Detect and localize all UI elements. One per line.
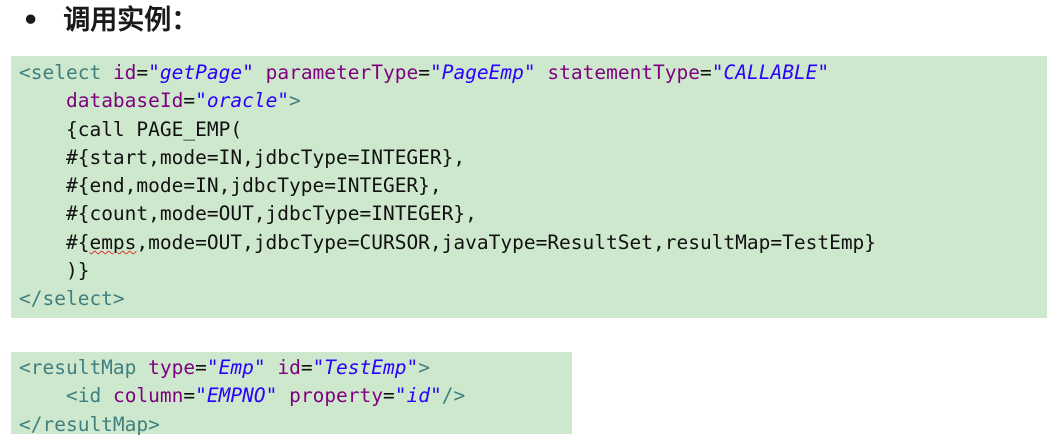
- code-line: )}: [19, 257, 1047, 285]
- code-line: </select>: [19, 285, 1047, 313]
- code-line: </resultMap>: [19, 411, 572, 439]
- code-line: <id column="EMPNO" property="id"/>: [65, 384, 466, 408]
- xml-tag: >: [289, 89, 301, 113]
- code-line: #{emps,mode=OUT,jdbcType=CURSOR,javaType…: [19, 229, 1047, 257]
- sql-text: ,mode=OUT,jdbcType=CURSOR,javaType=Resul…: [136, 230, 877, 254]
- heading-title: 调用实例：: [63, 5, 199, 36]
- xml-attribute: id: [112, 61, 137, 84]
- xml-tag: <id: [65, 384, 102, 408]
- resultmap-code-block: <resultMap type="Emp" id="TestEmp"> <id …: [11, 352, 572, 436]
- xml-tag: />: [441, 384, 466, 408]
- code-line: {call PAGE_EMP(: [19, 116, 1047, 144]
- xml-value: "oracle": [195, 89, 290, 113]
- sql-text: #{: [65, 230, 90, 254]
- sql-text: #{start,mode=IN,jdbcType=INTEGER},: [65, 145, 466, 169]
- xml-value: "EMPNO": [195, 384, 278, 408]
- xml-attribute: statementType: [547, 61, 701, 84]
- xml-tag: </resultMap>: [19, 412, 160, 436]
- code-line: #{start,mode=IN,jdbcType=INTEGER},: [19, 144, 1047, 172]
- code-line: databaseId="oracle">: [65, 89, 301, 113]
- xml-value: "CALLABLE": [711, 61, 830, 84]
- xml-attribute: column: [112, 384, 184, 408]
- xml-value: "id": [394, 384, 442, 408]
- code-line: #{count,mode=OUT,jdbcType=INTEGER},: [19, 200, 1047, 228]
- xml-tag: </select>: [19, 287, 125, 311]
- spellcheck-flagged-word: emps: [89, 230, 137, 254]
- xml-attribute: id: [277, 356, 301, 379]
- code-line: <resultMap type="Emp" id="TestEmp">: [19, 356, 430, 379]
- select-code-block: <select id="getPage" parameterType="Page…: [11, 56, 1047, 318]
- xml-value: "Emp": [206, 356, 266, 379]
- xml-tag: <resultMap: [19, 356, 137, 379]
- xml-attribute: property: [289, 384, 384, 408]
- xml-value: "getPage": [148, 61, 254, 84]
- code-line: <select id="getPage" parameterType="Page…: [19, 61, 830, 84]
- sql-text: #{count,mode=OUT,jdbcType=INTEGER},: [65, 202, 477, 226]
- section-heading: • 调用实例：: [22, 2, 198, 40]
- xml-tag: >: [418, 356, 430, 379]
- xml-attribute: parameterType: [265, 61, 419, 84]
- code-line: #{end,mode=IN,jdbcType=INTEGER},: [19, 172, 1047, 200]
- bullet-point: •: [22, 5, 40, 36]
- xml-value: "TestEmp": [312, 356, 419, 379]
- xml-attribute: databaseId: [65, 89, 184, 113]
- sql-text: )}: [65, 259, 90, 283]
- sql-text: #{end,mode=IN,jdbcType=INTEGER},: [65, 174, 442, 198]
- xml-attribute: type: [148, 356, 196, 379]
- sql-text: {call PAGE_EMP(: [65, 117, 243, 141]
- xml-value: "PageEmp": [429, 61, 536, 84]
- xml-tag: <select: [19, 61, 102, 84]
